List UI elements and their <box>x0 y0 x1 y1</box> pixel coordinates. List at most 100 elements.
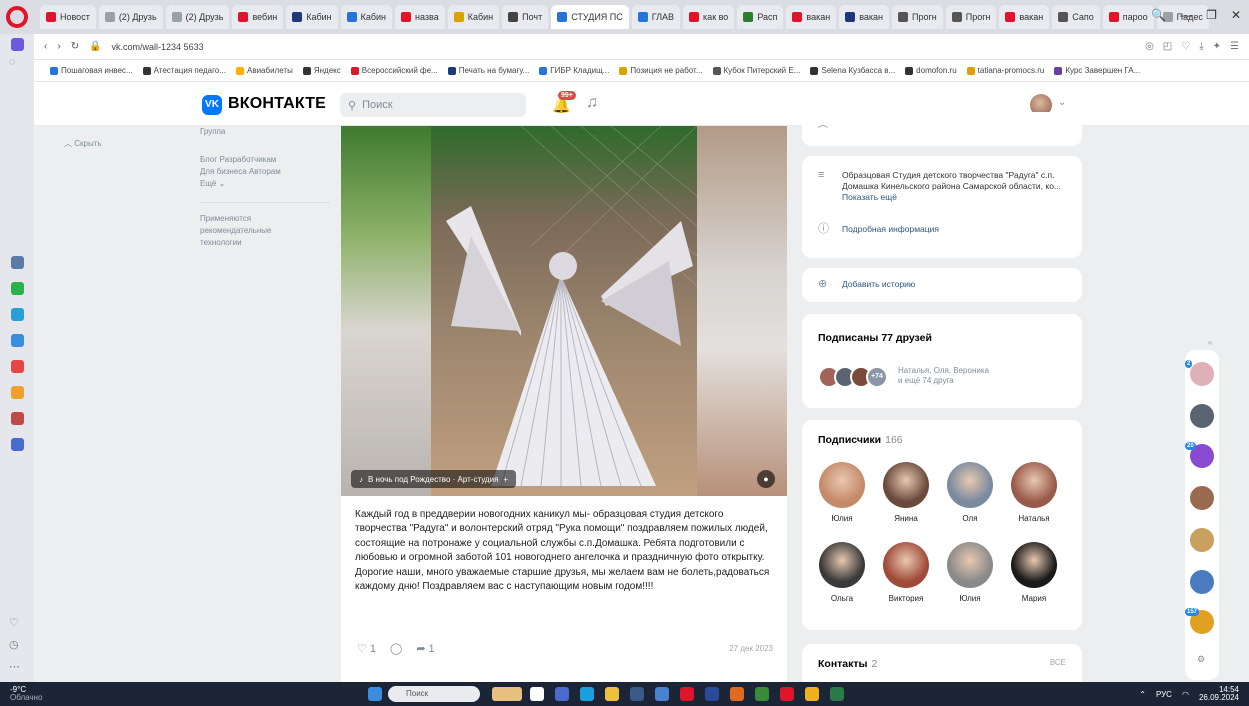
search-tabs-icon[interactable]: 🔍 <box>1151 8 1166 22</box>
contacts-all-link[interactable]: ВСЕ <box>1050 658 1066 667</box>
tray-chevron-icon[interactable]: ⌃ <box>1139 690 1146 699</box>
browser-tab[interactable]: ГЛАВ <box>631 5 681 29</box>
chrome-icon[interactable] <box>655 687 669 701</box>
reload-icon[interactable]: ↻ <box>71 41 79 52</box>
download-icon[interactable]: ⤓ <box>1199 41 1203 52</box>
bookmark-item[interactable]: Selena Кузбасса в... <box>810 66 895 75</box>
browser-tab[interactable]: вебин <box>232 5 284 29</box>
taskbar-widget-icon[interactable] <box>492 687 522 701</box>
clock-icon[interactable]: ◷ <box>9 638 19 651</box>
close-icon[interactable]: ✕ <box>1231 8 1241 22</box>
tray-lang[interactable]: РУС <box>1156 690 1172 699</box>
bookmark-item[interactable]: tatiana-promocs.ru <box>966 66 1044 75</box>
minibar-collapse-icon[interactable]: « <box>1208 338 1212 347</box>
maximize-icon[interactable]: ❐ <box>1206 8 1217 22</box>
camera-icon[interactable]: ◎ <box>1145 41 1154 52</box>
collapse-menu[interactable]: ︿ Скрыть <box>64 138 102 149</box>
post-date[interactable]: 27 дек 2023 <box>729 644 773 653</box>
bookmark-item[interactable]: Пошаговая инвес... <box>50 66 133 75</box>
bookmark-item[interactable]: Атестация педаго... <box>142 66 226 75</box>
bookmark-item[interactable]: Кубок Питерский Е... <box>712 66 800 75</box>
back-icon[interactable]: ‹ <box>44 41 47 52</box>
chat-avatar[interactable] <box>1190 404 1214 428</box>
browser-tab[interactable]: Почт <box>502 5 549 29</box>
footer-links[interactable]: Блог Разработчикам Для бизнеса Авторам Е… <box>200 154 330 190</box>
details-link[interactable]: Подробная информация <box>842 224 939 235</box>
chat-settings-icon[interactable]: ⚙ <box>1197 654 1205 665</box>
wifi-icon[interactable]: ◠ <box>1182 690 1189 699</box>
browser-tab[interactable]: (2) Друзь <box>165 5 230 29</box>
browser-tab[interactable]: Расп <box>737 5 784 29</box>
mention-icon[interactable]: ⌒ <box>818 122 828 137</box>
more-icon[interactable]: ⋯ <box>9 660 20 673</box>
menu-icon[interactable]: ☰ <box>1230 41 1239 52</box>
search-input[interactable]: ⚲ Поиск <box>340 93 526 117</box>
telegram-icon[interactable] <box>11 308 24 321</box>
browser-tab[interactable]: вакан <box>999 5 1050 29</box>
browser-tab[interactable]: как во <box>683 5 735 29</box>
subscriber[interactable]: Юлия <box>942 542 998 603</box>
browser-tab[interactable]: (2) Друзь <box>98 5 163 29</box>
bookmark-item[interactable]: Позиция не работ... <box>619 66 703 75</box>
sidebar-app-8-icon[interactable] <box>11 438 24 451</box>
bookmark-item[interactable]: Курс Завершен ГА... <box>1054 66 1140 75</box>
bookmark-item[interactable]: domofon.ru <box>905 66 957 75</box>
footer-lead[interactable]: Группа <box>200 126 330 138</box>
subscribers-header[interactable]: Подписчики 166 <box>818 434 903 446</box>
story-card[interactable]: ⊕ Добавить историю <box>802 268 1082 302</box>
music-icon[interactable]: ♫ <box>586 94 598 112</box>
browser-tab[interactable]: вакан <box>839 5 889 29</box>
aria-icon[interactable] <box>11 38 24 51</box>
extensions-icon[interactable]: ✦ <box>1213 41 1221 52</box>
heart-icon[interactable]: ♡ <box>9 616 19 629</box>
footer-note[interactable]: Применяются рекомендательные технологии <box>200 213 330 249</box>
browser-tab[interactable]: Кабин <box>340 5 393 29</box>
subscriber[interactable]: Юлия <box>814 462 870 523</box>
url-field[interactable]: vk.com/wall-1234 5633 <box>112 42 1136 52</box>
photo-options-icon[interactable]: ● <box>757 470 775 488</box>
chevron-down-icon[interactable]: ⌄ <box>1058 97 1066 108</box>
word-icon[interactable] <box>705 687 719 701</box>
chat-avatar[interactable] <box>1190 528 1214 552</box>
forward-icon[interactable]: › <box>57 41 60 52</box>
whatsapp-icon[interactable] <box>11 282 24 295</box>
comment-button[interactable]: ◯ <box>390 642 402 655</box>
bookmark-item[interactable]: Печать на бумагу... <box>447 66 529 75</box>
opera-logo-icon[interactable] <box>6 6 28 28</box>
friends-names[interactable]: Наталья, Оля, Вероника и ещё 74 друга <box>898 366 989 386</box>
friends-title[interactable]: Подписаны 77 друзей <box>818 332 932 344</box>
more-friends-badge[interactable]: +74 <box>866 366 888 388</box>
browser-tab[interactable]: Кабин <box>447 5 500 29</box>
weather-widget[interactable]: -9°C Облачно <box>10 686 42 702</box>
browser-tab[interactable]: пароо <box>1102 5 1154 29</box>
sidebar-app-7-icon[interactable] <box>11 412 24 425</box>
browser-tab[interactable]: Кабин <box>286 5 338 29</box>
minimize-icon[interactable]: — <box>1180 8 1192 22</box>
chat-avatar[interactable] <box>1190 486 1214 510</box>
app-icon[interactable] <box>780 687 794 701</box>
subscriber[interactable]: Мария <box>1006 542 1062 603</box>
browser-tab[interactable]: назва <box>395 5 445 29</box>
teams-icon[interactable] <box>555 687 569 701</box>
vk-logo-icon[interactable]: VK <box>202 95 222 115</box>
bookmark-item[interactable]: Авиабилеты <box>236 66 293 75</box>
explorer-icon[interactable] <box>605 687 619 701</box>
store-icon[interactable] <box>630 687 644 701</box>
task-view-icon[interactable] <box>530 687 544 701</box>
bookmark-item[interactable]: Яндекс <box>302 66 341 75</box>
edge-icon[interactable] <box>580 687 594 701</box>
messenger-icon[interactable] <box>11 334 24 347</box>
add-story-link[interactable]: Добавить историю <box>842 279 915 290</box>
details-row[interactable]: ⓘ Подробная информация <box>818 224 1070 235</box>
browser-tab[interactable]: вакан <box>786 5 837 29</box>
playlist-chip[interactable]: ♪ В ночь под Рождество · Арт-студия + <box>351 470 517 488</box>
like-button[interactable]: ♡ 1 <box>357 642 376 656</box>
bookmark-item[interactable]: ГИБР Кладищ... <box>539 66 609 75</box>
chat-avatar[interactable] <box>1190 570 1214 594</box>
bookmark-heart-icon[interactable]: ♡ <box>1181 41 1190 52</box>
sidebar-app-6-icon[interactable] <box>11 386 24 399</box>
browser-tab[interactable]: Сапо <box>1052 5 1100 29</box>
browser-tab[interactable]: Прогн <box>945 5 997 29</box>
browser-tab[interactable]: СТУДИЯ ПС <box>551 5 629 29</box>
subscriber[interactable]: Ольга <box>814 542 870 603</box>
